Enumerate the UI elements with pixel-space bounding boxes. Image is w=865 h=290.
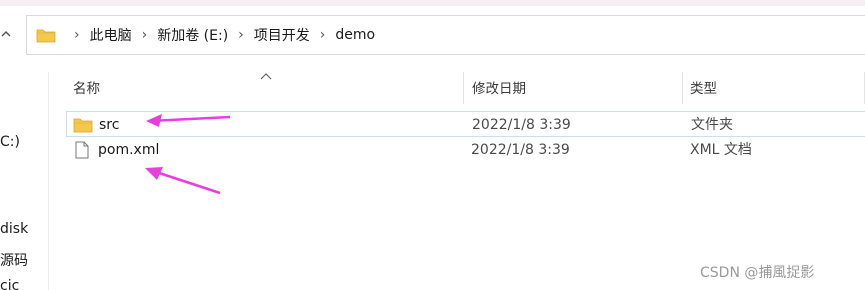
folder-icon [73,116,93,134]
breadcrumb-this-pc[interactable]: 此电脑 [90,25,132,45]
chevron-right-icon[interactable]: › [238,27,244,43]
column-header-date[interactable]: 修改日期 [472,76,526,102]
file-type: XML 文档 [690,142,752,158]
chevron-right-icon[interactable]: › [142,27,148,43]
chevron-right-icon[interactable]: › [74,27,80,43]
sort-ascending-icon [259,66,273,80]
column-header-type[interactable]: 类型 [690,76,717,102]
column-header-name[interactable]: 名称 [73,76,100,102]
annotation-arrow-pom [145,167,221,195]
file-date: 2022/1/8 3:39 [472,117,571,133]
nav-item-disk[interactable]: disk [0,221,28,237]
breadcrumb-drive-e[interactable]: 新加卷 (E:) [157,25,228,45]
address-bar[interactable]: › 此电脑 › 新加卷 (E:) › 项目开发 › demo [26,15,865,55]
file-row-src[interactable]: src 2022/1/8 3:39 文件夹 [66,111,865,137]
file-type: 文件夹 [691,117,733,133]
folder-icon [36,27,56,43]
nav-item-c-drive[interactable]: C:) [0,134,20,150]
file-name[interactable]: src [99,112,119,138]
chevron-right-icon[interactable]: › [320,27,326,43]
file-explorer-window: › 此电脑 › 新加卷 (E:) › 项目开发 › demo C:) disk … [0,0,865,290]
nav-item-source[interactable]: 源码 [0,250,28,270]
breadcrumb-project-dev[interactable]: 项目开发 [254,25,310,45]
file-date: 2022/1/8 3:39 [471,142,570,158]
file-row-pom-xml[interactable]: pom.xml 2022/1/8 3:39 XML 文档 [66,137,865,163]
navigation-pane: C:) disk 源码 cic [0,72,30,290]
file-name[interactable]: pom.xml [98,137,159,163]
nav-item-cic[interactable]: cic [0,278,19,290]
column-divider[interactable] [463,72,464,104]
column-divider[interactable] [682,72,683,104]
watermark: CSDN @捕風捉影 [700,265,815,281]
document-icon [74,141,94,159]
breadcrumb-demo[interactable]: demo [335,27,375,43]
nav-up-chevron-icon[interactable] [0,24,14,44]
pane-divider [48,72,49,290]
title-strip [0,0,865,6]
